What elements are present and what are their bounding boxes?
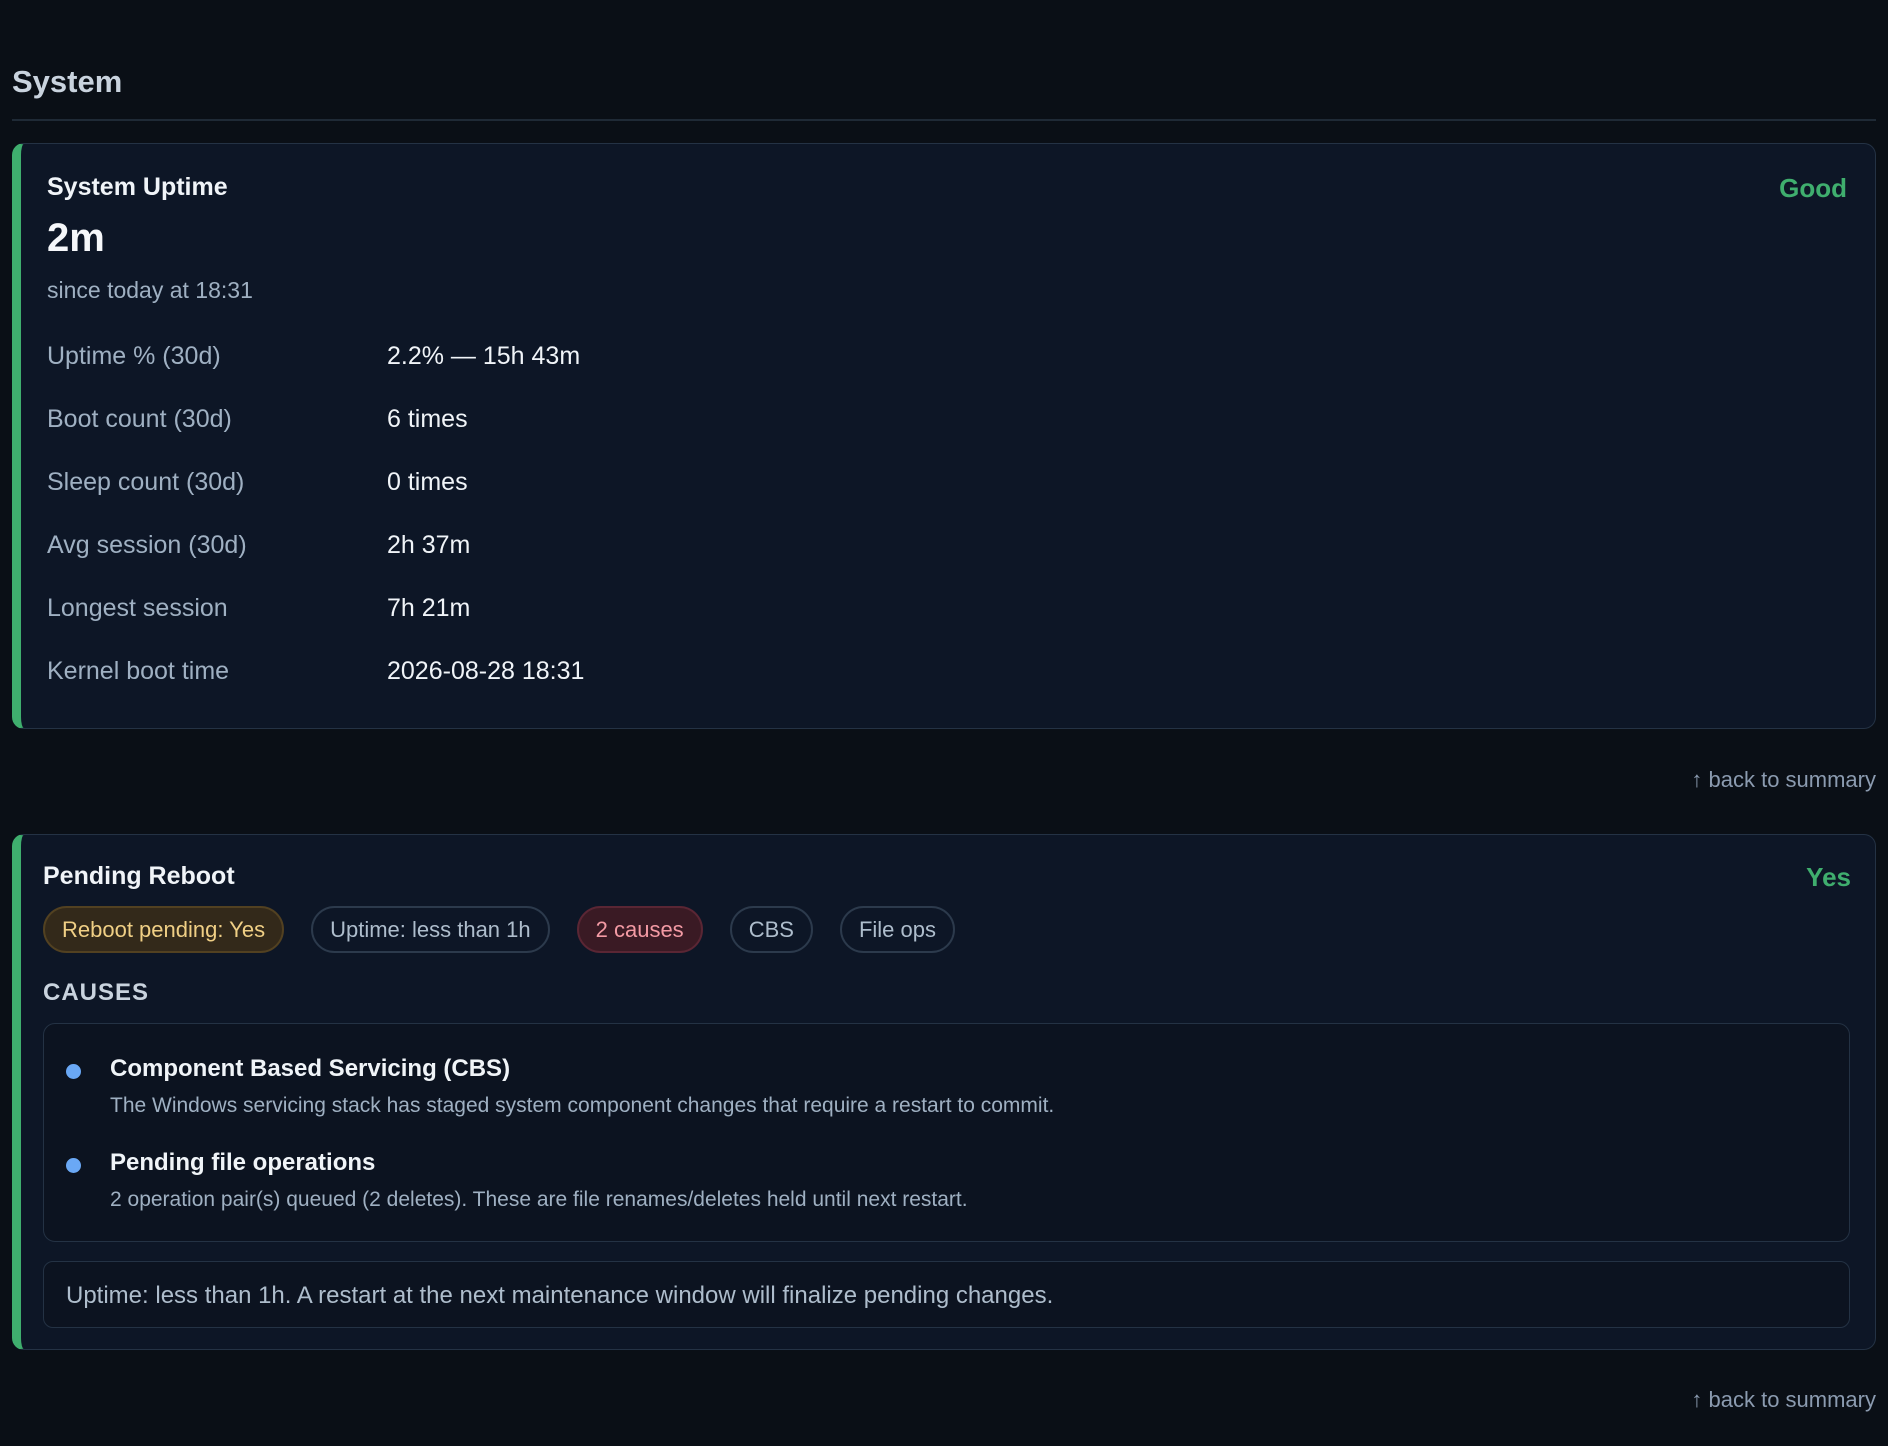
metric-row: Boot count (30d) 6 times <box>47 405 1047 445</box>
list-item: Pending file operations 2 operation pair… <box>44 1149 1849 1229</box>
metric-row: Kernel boot time 2026-08-28 18:31 <box>47 657 1047 697</box>
bullet-dot-icon <box>66 1064 81 1079</box>
system-uptime-card: System Uptime Good 2m since today at 18:… <box>12 143 1876 729</box>
back-to-summary-link[interactable]: ↑ back to summary <box>1691 1387 1876 1413</box>
metric-value: 6 times <box>387 405 468 433</box>
chip-cbs: CBS <box>729 906 813 953</box>
uptime-since: since today at 18:31 <box>47 277 253 303</box>
chip-reboot-pending: Reboot pending: Yes <box>43 906 285 953</box>
card-title: System Uptime <box>47 173 228 201</box>
uptime-value: 2m <box>47 216 105 260</box>
list-item: Component Based Servicing (CBS) The Wind… <box>44 1055 1849 1135</box>
chip-uptime: Uptime: less than 1h <box>311 906 550 953</box>
metric-label: Boot count (30d) <box>47 405 232 433</box>
section-divider <box>12 119 1876 121</box>
metric-value: 2.2% — 15h 43m <box>387 342 581 370</box>
cause-description: The Windows servicing stack has staged s… <box>110 1094 1055 1117</box>
section-title: System <box>12 64 123 99</box>
back-to-summary-link[interactable]: ↑ back to summary <box>1691 767 1876 793</box>
bullet-dot-icon <box>66 1158 81 1173</box>
cause-description: 2 operation pair(s) queued (2 deletes). … <box>110 1188 968 1211</box>
metric-label: Uptime % (30d) <box>47 342 221 370</box>
card-title: Pending Reboot <box>43 862 235 890</box>
metric-row: Sleep count (30d) 0 times <box>47 468 1047 508</box>
metric-label: Kernel boot time <box>47 657 230 685</box>
status-badge: Good <box>1779 173 1847 203</box>
pending-reboot-card: Pending Reboot Yes Reboot pending: Yes U… <box>12 834 1876 1350</box>
causes-list: Component Based Servicing (CBS) The Wind… <box>43 1023 1850 1242</box>
metric-value: 7h 21m <box>387 594 471 622</box>
metric-row: Uptime % (30d) 2.2% — 15h 43m <box>47 342 1047 382</box>
cause-title: Component Based Servicing (CBS) <box>110 1055 511 1082</box>
chip-causes-count: 2 causes <box>576 906 703 953</box>
metric-label: Avg session (30d) <box>47 531 247 559</box>
status-chips: Reboot pending: Yes Uptime: less than 1h… <box>43 906 955 953</box>
status-badge: Yes <box>1806 862 1851 892</box>
recommendation-note: Uptime: less than 1h. A restart at the n… <box>43 1261 1850 1328</box>
cause-title: Pending file operations <box>110 1149 376 1176</box>
causes-heading: CAUSES <box>43 979 150 1006</box>
metric-label: Sleep count (30d) <box>47 468 245 496</box>
chip-file-ops: File ops <box>839 906 955 953</box>
metric-row: Longest session 7h 21m <box>47 594 1047 634</box>
metric-label: Longest session <box>47 594 228 622</box>
note-text: Uptime: less than 1h. A restart at the n… <box>66 1282 1054 1309</box>
metric-value: 2h 37m <box>387 531 471 559</box>
metric-row: Avg session (30d) 2h 37m <box>47 531 1047 571</box>
metric-value: 0 times <box>387 468 468 496</box>
metric-value: 2026-08-28 18:31 <box>387 657 585 685</box>
